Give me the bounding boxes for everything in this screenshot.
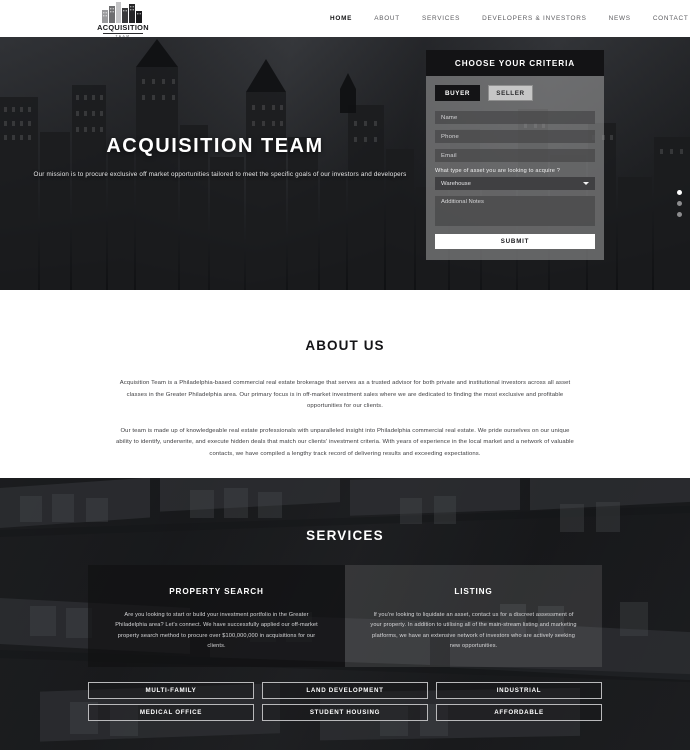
about-paragraph-1: Acquisition Team is a Philadelphia-based… bbox=[119, 380, 571, 410]
listing-title: LISTING bbox=[454, 587, 493, 596]
submit-button[interactable]: SUBMIT bbox=[435, 234, 595, 249]
services-title: SERVICES bbox=[306, 528, 384, 543]
slider-dot-1[interactable] bbox=[677, 190, 682, 195]
site-logo[interactable]: ACQUISITION TEAM bbox=[92, 1, 154, 40]
slider-dot-3[interactable] bbox=[677, 212, 682, 217]
criteria-form-panel: CHOOSE YOUR CRITERIA BUYER SELLER Name P… bbox=[426, 50, 604, 260]
chevron-down-icon bbox=[583, 182, 589, 185]
property-search-title: PROPERTY SEARCH bbox=[169, 587, 264, 596]
category-button-multi-family[interactable]: MULTI-FAMILY bbox=[88, 682, 254, 699]
service-card-property-search: PROPERTY SEARCH Are you looking to start… bbox=[88, 565, 345, 667]
email-input[interactable]: Email bbox=[435, 149, 595, 162]
services-cards: PROPERTY SEARCH Are you looking to start… bbox=[0, 565, 690, 667]
category-button-industrial[interactable]: INDUSTRIAL bbox=[436, 682, 602, 699]
logo-wordmark: ACQUISITION bbox=[97, 23, 149, 32]
buyer-seller-toggle: BUYER SELLER bbox=[435, 85, 595, 101]
about-section: ABOUT US Acquisition Team is a Philadelp… bbox=[0, 290, 690, 478]
name-input[interactable]: Name bbox=[435, 111, 595, 124]
category-button-land-development[interactable]: LAND DEVELOPMENT bbox=[262, 682, 428, 699]
seller-toggle-button[interactable]: SELLER bbox=[488, 85, 533, 101]
about-paragraph-2: Our team is made up of knowledgeable rea… bbox=[116, 427, 574, 457]
category-button-medical-office[interactable]: MEDICAL OFFICE bbox=[88, 704, 254, 721]
nav-item-home[interactable]: HOME bbox=[330, 15, 352, 22]
building-skyline-icon bbox=[102, 2, 142, 23]
nav-item-about[interactable]: ABOUT bbox=[374, 15, 400, 22]
about-body: Acquisition Team is a Philadelphia-based… bbox=[0, 378, 690, 460]
category-buttons-grid: MULTI-FAMILY LAND DEVELOPMENT INDUSTRIAL… bbox=[0, 682, 690, 721]
hero-section: ACQUISITION TEAM Our mission is to procu… bbox=[0, 37, 690, 290]
about-title: ABOUT US bbox=[305, 338, 385, 353]
criteria-form-body: BUYER SELLER Name Phone Email What type … bbox=[426, 76, 604, 260]
category-button-affordable[interactable]: AFFORDABLE bbox=[436, 704, 602, 721]
service-card-listing: LISTING If you're looking to liquidate a… bbox=[345, 565, 602, 667]
listing-text: If you're looking to liquidate an asset,… bbox=[370, 612, 577, 650]
nav-item-developers-investors[interactable]: DEVELOPERS & INVESTORS bbox=[482, 15, 586, 22]
additional-notes-textarea[interactable]: Additional Notes bbox=[435, 196, 595, 226]
hero-slider-dots bbox=[677, 190, 682, 217]
asset-type-select[interactable]: Warehouse bbox=[435, 177, 595, 190]
phone-input[interactable]: Phone bbox=[435, 130, 595, 143]
asset-type-label: What type of asset you are looking to ac… bbox=[435, 168, 561, 174]
page-root: ACQUISITION TEAM HOME ABOUT SERVICES DEV… bbox=[0, 0, 690, 750]
services-section: SERVICES PROPERTY SEARCH Are you looking… bbox=[0, 478, 690, 750]
nav-item-services[interactable]: SERVICES bbox=[422, 15, 460, 22]
nav-item-news[interactable]: NEWS bbox=[609, 15, 631, 22]
property-search-text: Are you looking to start or build your i… bbox=[115, 612, 318, 650]
slider-dot-2[interactable] bbox=[677, 201, 682, 206]
nav-item-contact[interactable]: CONTACT bbox=[653, 15, 689, 22]
category-button-student-housing[interactable]: STUDENT HOUSING bbox=[262, 704, 428, 721]
logo-subtext: TEAM bbox=[103, 32, 143, 40]
buyer-toggle-button[interactable]: BUYER bbox=[435, 85, 480, 101]
asset-type-selected-value: Warehouse bbox=[441, 180, 471, 187]
criteria-form-heading: CHOOSE YOUR CRITERIA bbox=[426, 50, 604, 76]
main-navigation: HOME ABOUT SERVICES DEVELOPERS & INVESTO… bbox=[330, 0, 688, 37]
site-header: ACQUISITION TEAM HOME ABOUT SERVICES DEV… bbox=[0, 0, 690, 40]
